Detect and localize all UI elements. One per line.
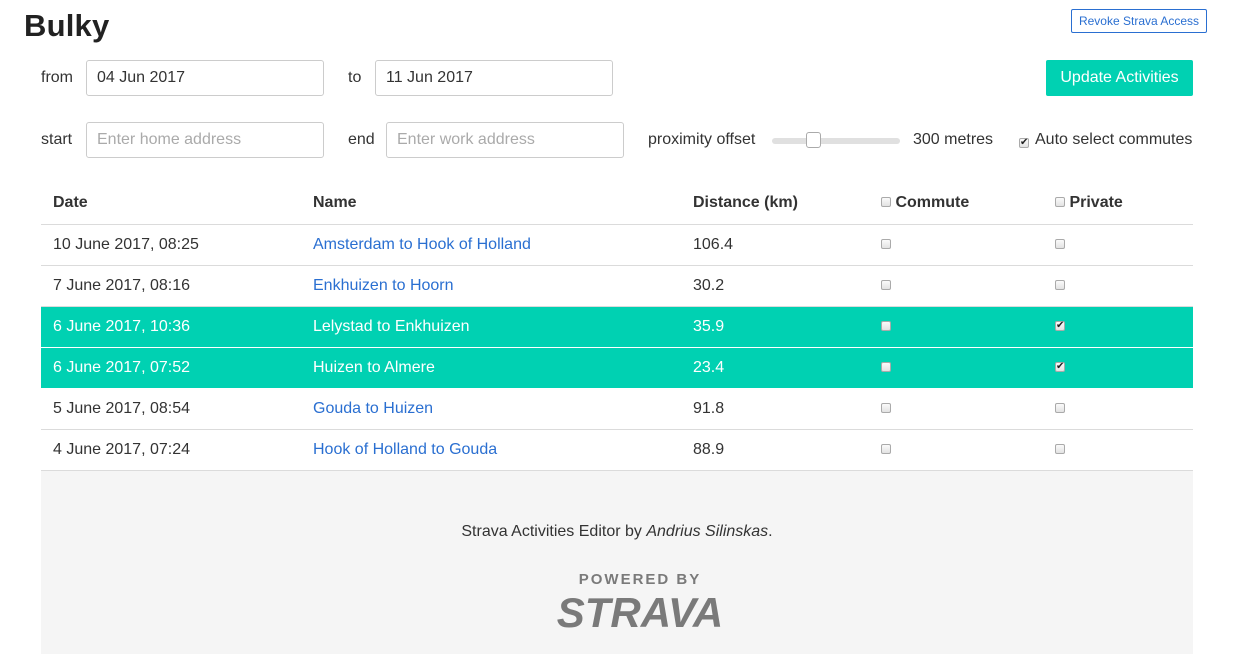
commute-cell [875,429,1049,471]
activity-distance: 30.2 [681,265,875,307]
activity-distance: 35.9 [681,306,875,348]
activity-name-cell: Lelystad to Enkhuizen [301,306,681,348]
proximity-offset-label: proximity offset [648,131,756,148]
table-header-row: Date Name Distance (km) Commute Private [41,183,1193,225]
commute-checkbox[interactable] [881,238,891,249]
activity-distance: 106.4 [681,224,875,266]
table-row[interactable]: 6 June 2017, 07:52 Huizen to Almere 23.4 [41,347,1193,389]
table-row[interactable]: 7 June 2017, 08:16 Enkhuizen to Hoorn 30.2 [41,265,1193,307]
end-label: end [348,131,375,148]
activity-name-link[interactable]: Enkhuizen to Hoorn [313,277,454,294]
private-checkbox[interactable] [1055,443,1065,454]
activity-distance: 91.8 [681,388,875,430]
activity-name-cell: Enkhuizen to Hoorn [301,265,681,307]
auto-select-commutes-checkbox[interactable] [1019,135,1029,151]
private-cell [1049,306,1193,348]
activity-name-cell: Hook of Holland to Gouda [301,429,681,471]
strava-logo: STRAVA [557,589,723,635]
commute-checkbox[interactable] [881,443,891,454]
activity-distance: 88.9 [681,429,875,471]
private-cell [1049,429,1193,471]
private-checkbox[interactable] [1055,359,1065,375]
activity-date: 10 June 2017, 08:25 [41,224,301,266]
activity-distance: 23.4 [681,347,875,389]
commute-column-header: Commute [875,183,1049,225]
private-select-all-checkbox[interactable] [1055,197,1065,208]
commute-cell [875,265,1049,307]
proximity-slider-handle[interactable] [806,132,821,148]
activity-name-cell: Amsterdam to Hook of Holland [301,224,681,266]
private-checkbox[interactable] [1055,238,1065,249]
activity-name-cell: Gouda to Huizen [301,388,681,430]
name-column-header: Name [301,183,681,225]
activities-table: Date Name Distance (km) Commute Private … [41,183,1193,471]
footer-credit-suffix: . [768,523,773,540]
powered-by-text: POWERED BY [578,571,702,588]
table-row[interactable]: 4 June 2017, 07:24 Hook of Holland to Gou… [41,429,1193,471]
author-name: Andrius Silinskas [646,523,769,540]
private-cell [1049,224,1193,266]
update-activities-button[interactable]: Update Activities [1046,60,1193,96]
app-title: Bulky [24,8,110,43]
activity-name-link[interactable]: Gouda to Huizen [313,400,433,417]
activity-date: 5 June 2017, 08:54 [41,388,301,430]
commute-checkbox[interactable] [881,361,891,372]
from-date-input[interactable] [86,60,324,96]
proximity-slider-track[interactable] [772,138,900,144]
from-label: from [41,69,73,86]
strava-logo-text: STRAVA [557,589,723,635]
work-address-input[interactable] [386,122,624,158]
footer-credit: Strava Activities Editor by Andrius Sili… [41,523,1193,541]
activity-date: 6 June 2017, 10:36 [41,306,301,348]
commute-header-label: Commute [895,194,970,212]
private-cell [1049,388,1193,430]
footer: Strava Activities Editor by Andrius Sili… [41,471,1193,654]
private-cell [1049,347,1193,389]
private-checkbox[interactable] [1055,279,1065,290]
activity-name-cell: Huizen to Almere [301,347,681,389]
commute-cell [875,347,1049,389]
private-cell [1049,265,1193,307]
commute-checkbox[interactable] [881,279,891,290]
commute-cell [875,306,1049,348]
activity-date: 4 June 2017, 07:24 [41,429,301,471]
private-header-label: Private [1069,194,1123,212]
auto-select-commutes-label: Auto select commutes [1035,131,1193,148]
commute-cell [875,388,1049,430]
activity-date: 7 June 2017, 08:16 [41,265,301,307]
commute-select-all-checkbox[interactable] [881,197,891,208]
start-label: start [41,131,73,148]
private-column-header: Private [1049,183,1193,225]
activity-name-link[interactable]: Amsterdam to Hook of Holland [313,236,531,253]
private-checkbox[interactable] [1055,402,1065,413]
footer-credit-text: Strava Activities Editor by [461,523,647,540]
proximity-value: 300 metres [913,131,994,148]
commute-cell [875,224,1049,266]
table-row[interactable]: 10 June 2017, 08:25 Amsterdam to Hook of … [41,224,1193,266]
activity-name-link[interactable]: Lelystad to Enkhuizen [313,318,470,335]
table-row[interactable]: 5 June 2017, 08:54 Gouda to Huizen 91.8 [41,388,1193,430]
activity-name-link[interactable]: Huizen to Almere [313,359,435,376]
to-date-input[interactable] [375,60,613,96]
activity-name-link[interactable]: Hook of Holland to Gouda [313,441,497,458]
private-checkbox[interactable] [1055,318,1065,334]
distance-column-header: Distance (km) [681,183,875,225]
commute-checkbox[interactable] [881,320,891,331]
table-row[interactable]: 6 June 2017, 10:36 Lelystad to Enkhuizen 3… [41,306,1193,348]
to-label: to [348,69,362,86]
date-column-header: Date [41,183,301,225]
activity-date: 6 June 2017, 07:52 [41,347,301,389]
commute-checkbox[interactable] [881,402,891,413]
revoke-strava-access-button[interactable]: Revoke Strava Access [1071,9,1207,33]
home-address-input[interactable] [86,122,324,158]
